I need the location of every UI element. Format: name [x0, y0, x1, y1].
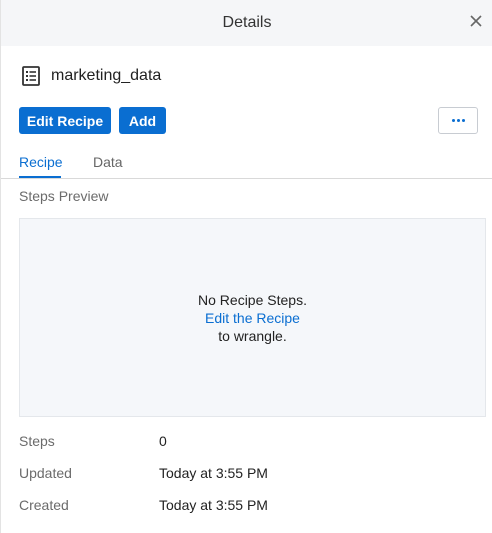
meta-label: Steps — [19, 433, 55, 449]
more-horizontal-icon — [451, 119, 455, 122]
details-panel: Details marketing_data Edit Recipe Add R… — [0, 0, 492, 533]
meta-label: Updated — [19, 465, 72, 481]
active-tab-indicator — [19, 176, 61, 178]
edit-recipe-link[interactable]: Edit the Recipe — [205, 309, 300, 327]
edit-recipe-button[interactable]: Edit Recipe — [19, 107, 111, 134]
recipe-document-icon — [22, 66, 40, 86]
recipe-name: marketing_data — [51, 67, 162, 84]
steps-preview-label: Steps Preview — [19, 188, 109, 204]
meta-value: Today at 3:55 PM — [159, 497, 268, 513]
meta-row-steps: Steps 0 — [19, 433, 167, 449]
meta-row-created: Created Today at 3:55 PM — [19, 497, 268, 513]
panel-title: Details — [222, 14, 272, 31]
more-options-button[interactable] — [438, 107, 478, 134]
recipe-title-row: marketing_data — [19, 64, 161, 88]
tab-bar: Recipe Data — [1, 150, 492, 179]
meta-value: Today at 3:55 PM — [159, 465, 268, 481]
meta-label: Created — [19, 497, 69, 513]
empty-state-suffix: to wrangle. — [218, 327, 287, 344]
steps-preview-box: No Recipe Steps. Edit the Recipe to wran… — [19, 218, 486, 417]
add-button[interactable]: Add — [119, 107, 166, 134]
panel-header: Details — [1, 0, 492, 46]
meta-row-updated: Updated Today at 3:55 PM — [19, 465, 268, 481]
close-icon[interactable] — [468, 13, 484, 29]
empty-state-text: No Recipe Steps. — [198, 291, 307, 308]
meta-value: 0 — [159, 433, 167, 449]
tab-recipe[interactable]: Recipe — [19, 154, 63, 170]
tab-data[interactable]: Data — [93, 154, 123, 170]
